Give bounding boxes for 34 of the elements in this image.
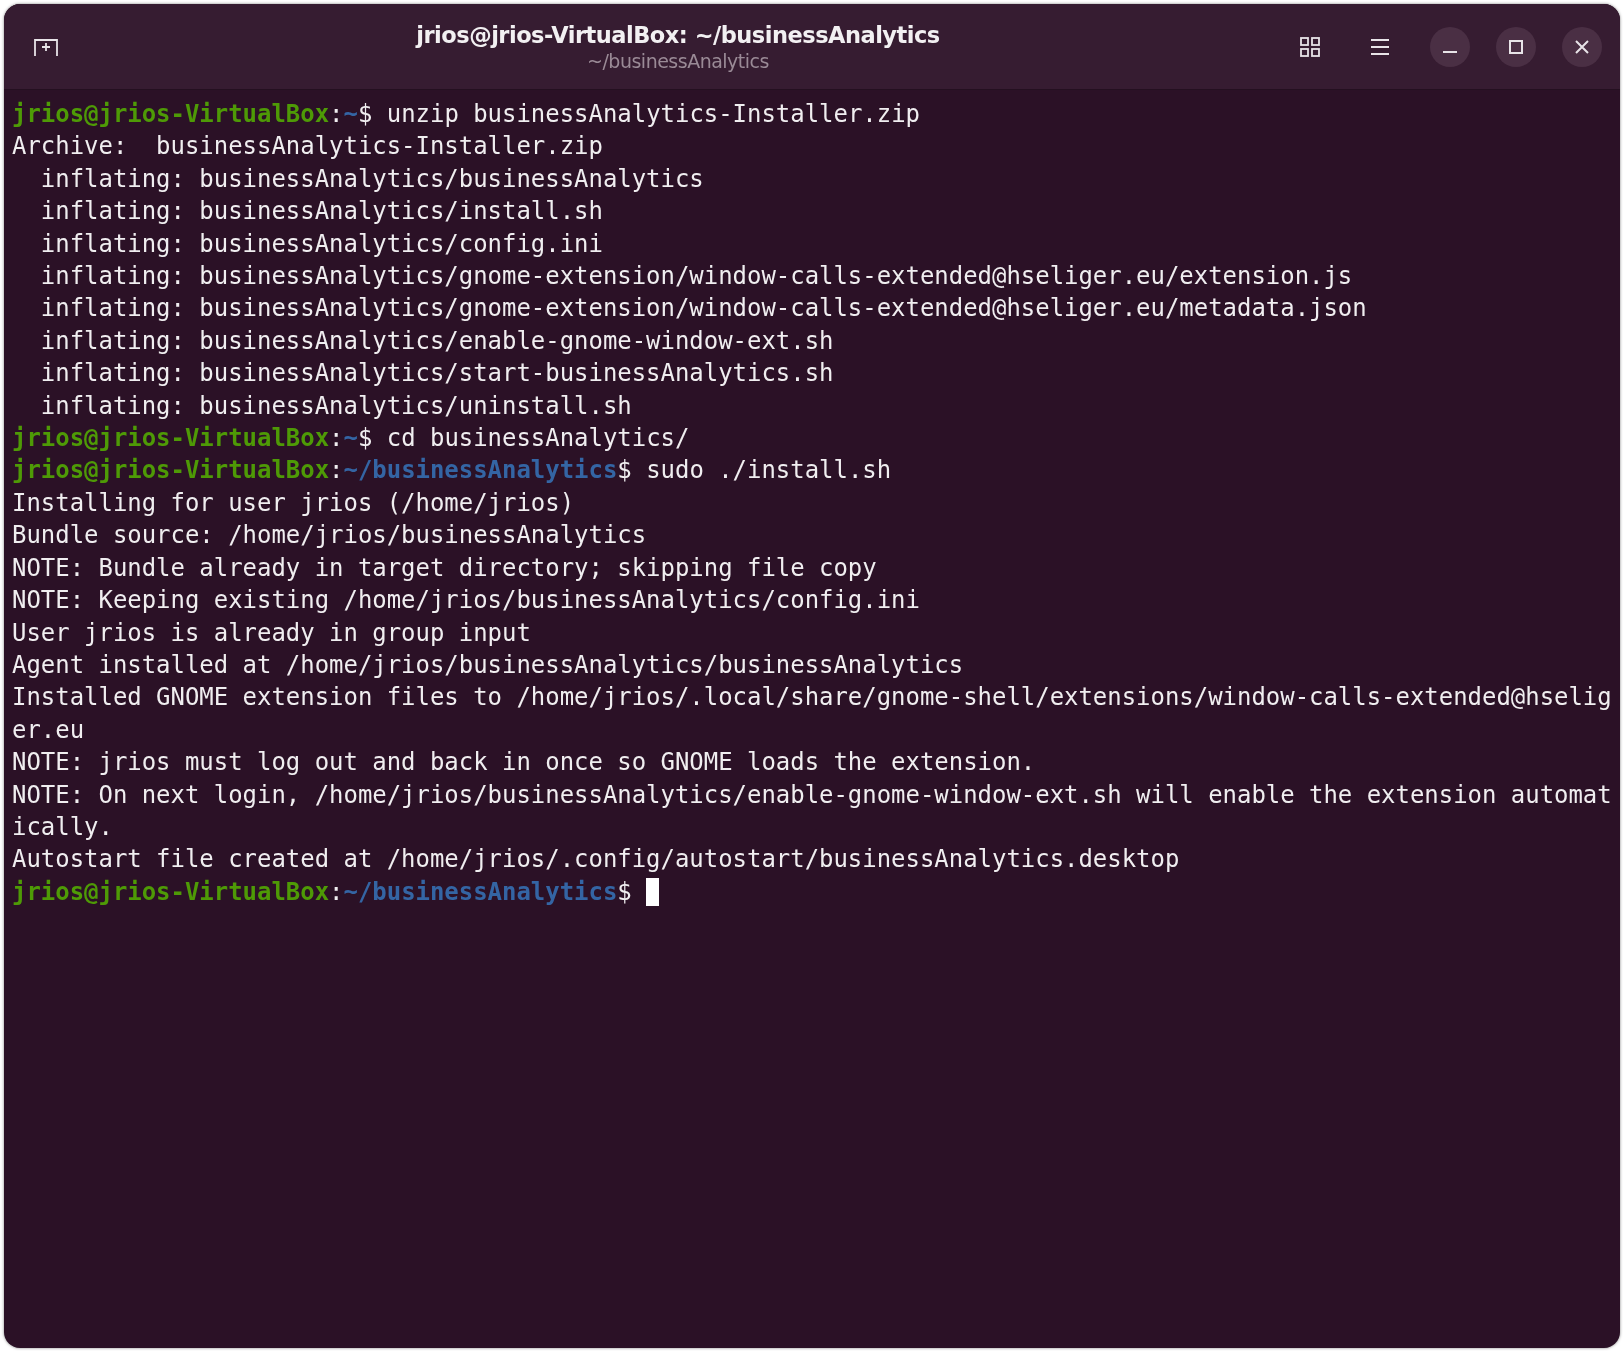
minimize-icon [1443,50,1457,53]
grid-icon [1299,35,1321,58]
close-button[interactable] [1562,26,1602,67]
output-line: inflating: businessAnalytics/gnome-extension/window-calls-extended@hseliger.eu/metadata.json [39,293,1368,325]
output-line: Installed GNOME extension files to /home/jrios/.local/share/gnome-shell/extensions/window-calls-extended@hselig [12,682,1612,714]
maximize-button[interactable] [1496,26,1536,67]
output-line: inflating: businessAnalytics/start-businessAnalytics.sh [39,358,835,390]
close-icon [1574,38,1590,55]
window-subtitle: ~/businessAnalytics [587,49,769,72]
output-line: inflating: businessAnalytics/gnome-extension/window-calls-extended@hseliger.eu/extension.js [39,261,1354,293]
output-line: Bundle source: /home/jrios/businessAnalytics [12,520,648,552]
prompt-line: jrios@jrios-VirtualBox:~$ unzip businessAnalytics-Installer.zip [12,99,920,130]
output-line: NOTE: On next login, /home/jrios/businessAnalytics/enable-gnome-window-ext.sh will enable the extension automat [12,779,1612,811]
output-line: inflating: businessAnalytics/businessAnalytics [39,163,705,195]
menu-icon [1370,37,1390,56]
output-line: inflating: businessAnalytics/uninstall.sh [39,390,633,422]
output-line: inflating: businessAnalytics/install.sh [39,196,604,228]
output-line: Installing for user jrios (/home/jrios) [12,487,576,519]
prompt-line: jrios@jrios-VirtualBox:~$ cd businessAnalytics/ [12,423,690,455]
maximize-icon [1508,38,1524,55]
output-line: er.eu [12,714,86,746]
prompt-line: jrios@jrios-VirtualBox:~/businessAnalytics$ [12,876,633,908]
prompt-line: jrios@jrios-VirtualBox:~/businessAnalytics$ sudo ./install.sh [12,455,892,487]
output-line: Agent installed at /home/jrios/businessAnalytics/businessAnalytics [12,649,965,681]
window-title: jrios@jrios-VirtualBox: ~/businessAnalytics [416,21,940,48]
output-line: Archive: businessAnalytics-Installer.zip [12,131,604,163]
output-line: NOTE: Bundle already in target directory; skipping file copy [12,552,878,584]
output-line: NOTE: Keeping existing /home/jrios/businessAnalytics/config.ini [12,585,921,617]
output-line: Autostart file created at /home/jrios/.config/autostart/businessAnalytics.desktop [12,844,1181,876]
output-line: NOTE: jrios must log out and back in once so GNOME loads the extension. [12,747,1037,779]
output-line: inflating: businessAnalytics/enable-gnome-window-ext.sh [39,325,835,357]
output-line: inflating: businessAnalytics/config.ini [39,228,604,260]
output-line: User jrios is already in group input [12,617,532,649]
output-line: ically. [12,811,114,843]
